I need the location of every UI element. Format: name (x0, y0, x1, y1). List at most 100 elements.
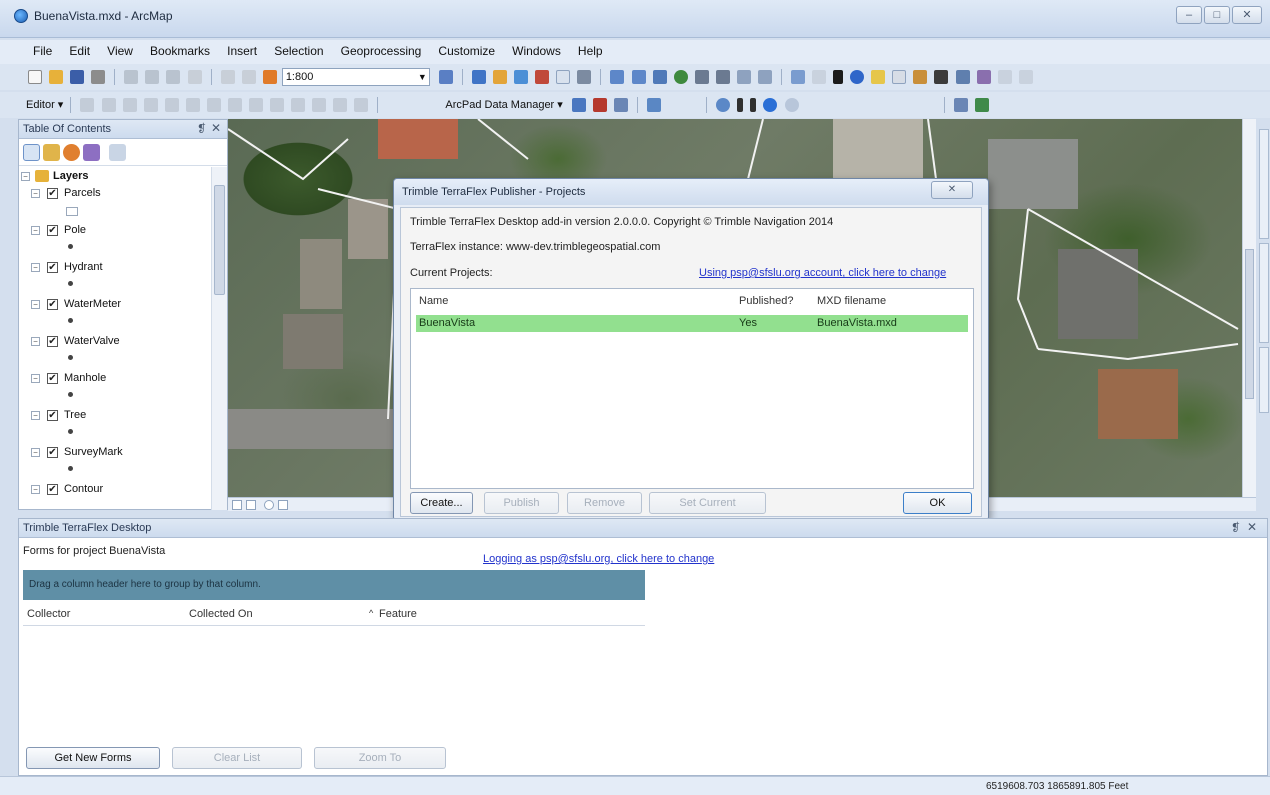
zoom-to-button[interactable]: Zoom To (314, 747, 446, 769)
arctoolbox-icon[interactable] (535, 70, 550, 84)
layer-item[interactable]: − ✔ WaterMeter (19, 298, 209, 314)
close-icon[interactable]: ✕ (1247, 520, 1257, 534)
back-extent-icon[interactable] (736, 70, 751, 84)
find-icon[interactable] (934, 70, 949, 84)
menu-view[interactable]: View (100, 40, 140, 62)
group-by-bar[interactable]: Drag a column header here to group by th… (23, 570, 645, 600)
layer-item[interactable]: − ✔ WaterValve (19, 335, 209, 351)
column-header-mxd[interactable]: MXD filename (817, 295, 886, 307)
fixed-zoom-in-icon[interactable] (694, 70, 709, 84)
undo-icon[interactable] (220, 70, 235, 84)
column-header-collected-on[interactable]: Collected On (189, 608, 253, 620)
change-account-link[interactable]: Using psp@sfslu.org account, click here … (699, 267, 946, 279)
save-icon[interactable] (70, 70, 85, 84)
collapse-icon[interactable]: − (31, 189, 40, 198)
collapse-icon[interactable]: − (31, 448, 40, 457)
trace-icon[interactable] (164, 98, 179, 112)
print-icon[interactable] (91, 70, 106, 84)
layer-item[interactable]: − ✔ Tree (19, 409, 209, 425)
menu-windows[interactable]: Windows (505, 40, 568, 62)
search-tab[interactable] (1259, 243, 1269, 343)
html-popup-icon[interactable] (892, 70, 907, 84)
hyperlink-icon[interactable] (871, 70, 886, 84)
layer-item[interactable]: − ✔ Manhole (19, 372, 209, 388)
zoom-in-icon[interactable] (610, 70, 625, 84)
clear-selection-icon[interactable] (812, 70, 827, 84)
get-new-forms-button[interactable]: Get New Forms (26, 747, 160, 769)
collapse-icon[interactable]: − (31, 337, 40, 346)
measure-icon[interactable] (913, 70, 928, 84)
point-icon[interactable] (185, 98, 200, 112)
project-row-selected[interactable]: BuenaVista Yes BuenaVista.mxd (416, 315, 968, 332)
column-header-feature[interactable]: Feature (379, 608, 417, 620)
visibility-checkbox[interactable]: ✔ (47, 262, 58, 273)
end-point-arc-icon[interactable] (143, 98, 158, 112)
search-window-icon[interactable] (514, 70, 529, 84)
menu-file[interactable]: File (26, 40, 59, 62)
visibility-checkbox[interactable]: ✔ (47, 447, 58, 458)
create-button[interactable]: Create... (410, 492, 473, 514)
create-features-icon[interactable] (354, 98, 369, 112)
change-login-link[interactable]: Logging as psp@sfslu.org, click here to … (483, 553, 714, 565)
pause-drawing-icon[interactable] (278, 500, 288, 510)
pen-alt-icon[interactable] (750, 98, 757, 112)
visibility-checkbox[interactable]: ✔ (47, 188, 58, 199)
collapse-icon[interactable]: − (31, 263, 40, 272)
cut-icon[interactable] (124, 70, 139, 84)
layer-manager-icon[interactable] (974, 98, 989, 112)
list-by-visibility-icon[interactable] (63, 144, 80, 161)
globe-icon[interactable] (953, 98, 968, 112)
sketch-properties-icon[interactable] (333, 98, 348, 112)
open-folder-icon[interactable] (49, 70, 64, 84)
list-by-source-icon[interactable] (43, 144, 60, 161)
layout-view-icon[interactable] (246, 500, 256, 510)
gps-icon[interactable] (716, 98, 731, 112)
arcpad-get-data-icon[interactable] (571, 98, 586, 112)
layer-group-row[interactable]: − Layers (19, 170, 209, 186)
visibility-checkbox[interactable]: ✔ (47, 225, 58, 236)
pin-icon[interactable]: ❡ (197, 122, 206, 135)
catalog-icon[interactable] (493, 70, 508, 84)
scrollbar-thumb[interactable] (1245, 249, 1254, 399)
column-header-name[interactable]: Name (419, 295, 448, 307)
pan-icon[interactable] (652, 70, 667, 84)
close-icon[interactable]: ✕ (931, 181, 973, 199)
maximize-button[interactable]: □ (1204, 6, 1230, 24)
editor-toolbar-icon[interactable] (438, 70, 453, 84)
refresh-icon[interactable] (264, 500, 274, 510)
terraflex-publish-icon[interactable] (763, 98, 778, 112)
model-builder-icon[interactable] (577, 70, 592, 84)
redo-icon[interactable] (241, 70, 256, 84)
list-by-selection-icon[interactable] (83, 144, 100, 161)
find-route-icon[interactable] (955, 70, 970, 84)
menu-geoprocessing[interactable]: Geoprocessing (334, 40, 429, 62)
collapse-icon[interactable]: − (31, 226, 40, 235)
toc-scrollbar[interactable] (211, 167, 227, 510)
close-icon[interactable]: ✕ (211, 121, 221, 135)
create-features-tab[interactable] (1259, 347, 1269, 413)
visibility-checkbox[interactable]: ✔ (47, 373, 58, 384)
arcpad-get-from-device-icon[interactable] (592, 98, 607, 112)
collapse-icon[interactable]: − (31, 374, 40, 383)
collapse-icon[interactable]: − (21, 172, 30, 181)
select-elements-icon[interactable] (833, 70, 844, 84)
python-window-icon[interactable] (556, 70, 571, 84)
menu-help[interactable]: Help (571, 40, 610, 62)
forward-extent-icon[interactable] (757, 70, 772, 84)
catalog-tab[interactable] (1259, 129, 1269, 239)
data-view-icon[interactable] (232, 500, 242, 510)
paste-icon[interactable] (166, 70, 181, 84)
collapse-icon[interactable]: − (31, 300, 40, 309)
full-extent-icon[interactable] (673, 70, 688, 84)
copy-icon[interactable] (145, 70, 160, 84)
column-header-collector[interactable]: Collector (27, 608, 70, 620)
pen-icon[interactable] (737, 98, 744, 112)
layer-item[interactable]: − ✔ Pole (19, 224, 209, 240)
identify-icon[interactable] (850, 70, 865, 84)
new-document-icon[interactable] (28, 70, 42, 84)
time-slider-icon[interactable] (997, 70, 1012, 84)
split-icon[interactable] (270, 98, 285, 112)
menu-bookmarks[interactable]: Bookmarks (143, 40, 217, 62)
add-data-icon[interactable] (262, 70, 277, 84)
visibility-checkbox[interactable]: ✔ (47, 299, 58, 310)
